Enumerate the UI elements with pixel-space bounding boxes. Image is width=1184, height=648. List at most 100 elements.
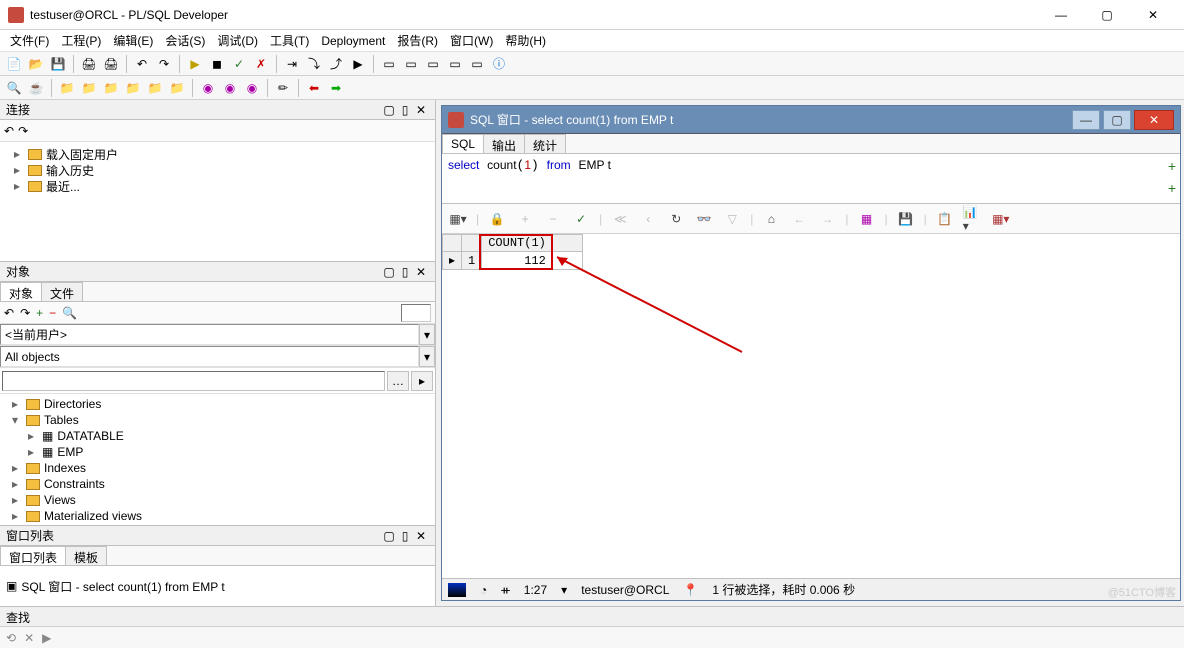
redo-icon[interactable]: ↷ — [154, 54, 174, 74]
chart-icon[interactable]: 📊▾ — [963, 209, 983, 229]
scope-dropdown[interactable]: All objects — [0, 346, 419, 367]
dropdown-arrow-icon[interactable]: ▾ — [419, 324, 435, 345]
menu-report[interactable]: 报告(R) — [391, 30, 444, 51]
minus-icon[interactable]: − — [543, 209, 563, 229]
commit-icon[interactable]: ✓ — [571, 209, 591, 229]
step-run-icon[interactable]: ▶ — [348, 54, 368, 74]
tab-sql[interactable]: SQL — [442, 134, 484, 153]
panel-pin-icon[interactable]: ▯ — [397, 103, 413, 117]
panel-close-icon[interactable]: ✕ — [413, 103, 429, 117]
commit-icon[interactable]: ✓ — [229, 54, 249, 74]
menu-project[interactable]: 工程(P) — [55, 30, 107, 51]
menu-deployment[interactable]: Deployment — [315, 32, 391, 50]
sqlwin-maximize-button[interactable]: ▢ — [1103, 110, 1131, 130]
new-icon[interactable]: 📄 — [4, 54, 24, 74]
undo-icon[interactable]: ↶ — [4, 306, 14, 320]
panel-dock-icon[interactable]: ▢ — [381, 529, 397, 543]
copy-icon[interactable]: ▦ — [857, 209, 877, 229]
sqlwin-minimize-button[interactable]: — — [1072, 110, 1100, 130]
macro3-icon[interactable]: ◉ — [242, 78, 262, 98]
menu-tools[interactable]: 工具(T) — [264, 30, 315, 51]
connections-tree[interactable]: ▸载入固定用户 ▸输入历史 ▸最近... — [0, 142, 435, 262]
panel-dock-icon[interactable]: ▢ — [381, 265, 397, 279]
tab-objects[interactable]: 对象 — [0, 282, 42, 301]
panel-pin-icon[interactable]: ▯ — [397, 265, 413, 279]
rollback-icon[interactable]: ✗ — [251, 54, 271, 74]
close-button[interactable]: ✕ — [1130, 0, 1176, 30]
menu-window[interactable]: 窗口(W) — [444, 30, 499, 51]
redo-icon[interactable]: ↷ — [20, 306, 30, 320]
tab-template[interactable]: 模板 — [65, 546, 107, 565]
col-header[interactable]: COUNT(1) — [482, 235, 553, 252]
menu-session[interactable]: 会话(S) — [159, 30, 211, 51]
plus-icon[interactable]: + — [36, 306, 43, 320]
panel-dock-icon[interactable]: ▢ — [381, 103, 397, 117]
filter-input[interactable] — [2, 371, 385, 391]
folder3-icon[interactable]: 📁 — [101, 78, 121, 98]
objects-tree[interactable]: ▸Directories ▾Tables ▸▦DATATABLE ▸▦EMP ▸… — [0, 394, 435, 525]
tab2-icon[interactable]: ▭ — [401, 54, 421, 74]
tab5-icon[interactable]: ▭ — [467, 54, 487, 74]
tab-windowlist[interactable]: 窗口列表 — [0, 546, 66, 565]
filter-more-button[interactable]: … — [387, 371, 409, 391]
back-icon[interactable]: ← — [789, 209, 809, 229]
tree-history[interactable]: 输入历史 — [46, 162, 94, 179]
panel-pin-icon[interactable]: ▯ — [397, 529, 413, 543]
minimize-button[interactable]: — — [1038, 0, 1084, 30]
undo-icon[interactable]: ↶ — [132, 54, 152, 74]
lock-icon[interactable]: 🔒 — [487, 209, 507, 229]
filter-icon[interactable]: ▽ — [722, 209, 742, 229]
help-icon[interactable]: ⓘ — [489, 54, 509, 74]
tool-icon[interactable]: ▶ — [42, 631, 51, 645]
print2-icon[interactable]: 🖨 — [101, 54, 121, 74]
redo-small-icon[interactable]: ↷ — [18, 124, 28, 138]
tree-fixed-users[interactable]: 载入固定用户 — [46, 146, 118, 163]
macro1-icon[interactable]: ◉ — [198, 78, 218, 98]
panel-close-icon[interactable]: ✕ — [413, 529, 429, 543]
home-icon[interactable]: ⌂ — [761, 209, 781, 229]
folder5-icon[interactable]: 📁 — [145, 78, 165, 98]
sqlwin-close-button[interactable]: ✕ — [1134, 110, 1174, 130]
tab-output[interactable]: 输出 — [483, 134, 525, 153]
plus-icon[interactable]: + — [515, 209, 535, 229]
windowlist-item[interactable]: SQL 窗口 - select count(1) from EMP t — [21, 578, 224, 595]
tab-icon[interactable]: ▭ — [379, 54, 399, 74]
folder4-icon[interactable]: 📁 — [123, 78, 143, 98]
dropdown-icon[interactable]: ▾ — [561, 583, 567, 597]
stop-icon[interactable]: ◼ — [207, 54, 227, 74]
folder2-icon[interactable]: 📁 — [79, 78, 99, 98]
tab4-icon[interactable]: ▭ — [445, 54, 465, 74]
menu-help[interactable]: 帮助(H) — [499, 30, 552, 51]
menu-file[interactable]: 文件(F) — [4, 30, 55, 51]
step-out-icon[interactable]: ⤴ — [326, 54, 346, 74]
tool-icon[interactable]: ✕ — [24, 631, 34, 645]
panel-close-icon[interactable]: ✕ — [413, 265, 429, 279]
beautify-icon[interactable]: ☕ — [26, 78, 46, 98]
report-icon[interactable]: ▦▾ — [991, 209, 1011, 229]
print-icon[interactable]: 🖨 — [79, 54, 99, 74]
tab-stats[interactable]: 统计 — [524, 134, 566, 153]
tree-recent[interactable]: 最近... — [46, 178, 80, 195]
filter-box[interactable] — [401, 304, 431, 322]
undo-small-icon[interactable]: ↶ — [4, 124, 14, 138]
step-over-icon[interactable]: ⤵ — [304, 54, 324, 74]
cell-value[interactable]: 112 — [482, 252, 553, 270]
dropdown-arrow-icon[interactable]: ▾ — [419, 346, 435, 367]
user-dropdown[interactable]: <当前用户> — [0, 324, 419, 345]
menu-edit[interactable]: 编辑(E) — [107, 30, 159, 51]
folder1-icon[interactable]: 📁 — [57, 78, 77, 98]
export-icon[interactable]: 📋 — [935, 209, 955, 229]
forward-icon[interactable]: ➡ — [326, 78, 346, 98]
open-icon[interactable]: 📂 — [26, 54, 46, 74]
prev-icon[interactable]: ‹ — [638, 209, 658, 229]
binoculars-icon[interactable]: 👓 — [694, 209, 714, 229]
menu-debug[interactable]: 调试(D) — [211, 30, 264, 51]
step-icon[interactable]: ⇥ — [282, 54, 302, 74]
filter-go-button[interactable]: ▸ — [411, 371, 433, 391]
forward-icon[interactable]: → — [817, 209, 837, 229]
save-icon[interactable]: 💾 — [896, 209, 916, 229]
sql-editor[interactable]: select count(1) from EMP t + + — [442, 154, 1180, 204]
grid-icon[interactable]: ▦▾ — [448, 209, 468, 229]
macro2-icon[interactable]: ◉ — [220, 78, 240, 98]
tab-files[interactable]: 文件 — [41, 282, 83, 301]
